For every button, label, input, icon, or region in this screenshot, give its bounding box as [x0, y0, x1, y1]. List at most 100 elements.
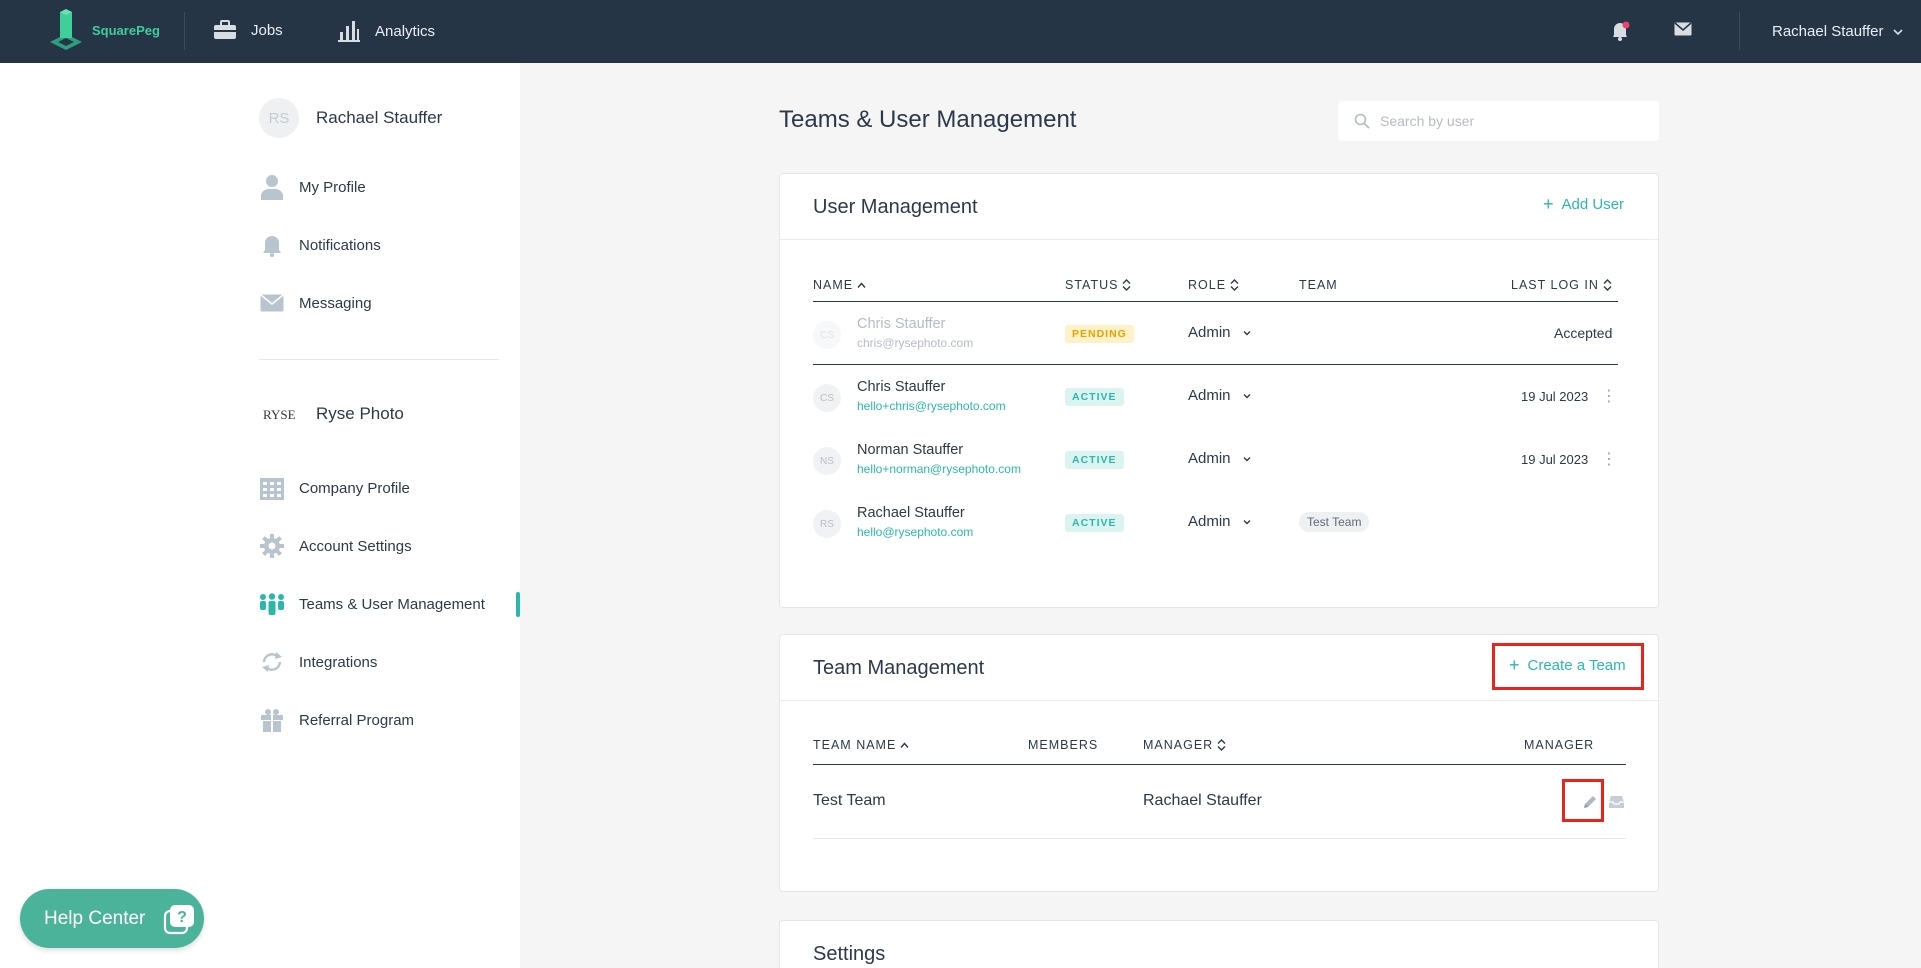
user-name: Rachael Stauffer	[857, 505, 965, 521]
top-navbar: SquarePeg Jobs Analytics Rachael Stauffe…	[0, 0, 1921, 63]
column-header-label: MANAGER	[1143, 738, 1214, 752]
plus-icon: +	[1543, 194, 1554, 214]
settings-title: Settings	[813, 943, 886, 965]
sidebar-item-company-profile[interactable]: Company Profile	[259, 475, 410, 501]
row-divider	[813, 364, 1618, 365]
nav-jobs[interactable]: Jobs	[213, 20, 283, 40]
chevron-down-icon	[1243, 393, 1251, 398]
sidebar-item-notifications[interactable]: Notifications	[259, 232, 381, 258]
sidebar-item-label: Notifications	[299, 236, 381, 254]
card-header: User Management + Add User	[780, 174, 1658, 240]
settings-card: Settings	[779, 920, 1659, 968]
user-menu-name: Rachael Stauffer	[1772, 23, 1884, 40]
nav-divider	[184, 12, 185, 50]
header-divider	[813, 301, 1618, 302]
sort-icon	[1122, 279, 1131, 291]
kebab-menu-icon[interactable]: ⋮	[1601, 449, 1617, 469]
user-management-card: User Management + Add User NAME STATUS R…	[779, 173, 1659, 608]
squarepeg-logo-icon	[50, 9, 82, 50]
sort-manager-header[interactable]: MANAGER	[1143, 738, 1226, 752]
nav-jobs-label: Jobs	[251, 21, 283, 39]
role-dropdown[interactable]: Admin	[1188, 450, 1251, 467]
role-value: Admin	[1188, 513, 1231, 530]
sidebar-item-label: Teams & User Management	[299, 595, 485, 613]
sidebar-item-label: Messaging	[299, 294, 372, 312]
team-chip: Test Team	[1299, 512, 1370, 532]
sort-team-name-header[interactable]: TEAM NAME	[813, 738, 909, 752]
squarepeg-logo[interactable]: SquarePeg	[48, 8, 160, 52]
avatar: NS	[813, 447, 841, 475]
sidebar-divider	[259, 359, 499, 360]
search-box	[1338, 101, 1659, 141]
nav-analytics[interactable]: Analytics	[337, 20, 435, 42]
team-name: Test Team	[813, 792, 886, 809]
help-chat-icon: ?	[164, 904, 195, 934]
highlight-box	[1492, 643, 1644, 690]
sidebar-item-account-settings[interactable]: Account Settings	[259, 533, 412, 559]
column-header-label: TEAM NAME	[813, 738, 897, 752]
role-dropdown[interactable]: Admin	[1188, 513, 1251, 530]
sort-name-header[interactable]: NAME	[813, 278, 866, 292]
user-menu[interactable]: Rachael Stauffer	[1772, 23, 1904, 40]
help-center-button[interactable]: Help Center ?	[20, 889, 204, 948]
sync-icon	[259, 649, 285, 675]
bar-chart-icon	[338, 21, 360, 42]
message-team-button[interactable]	[1608, 795, 1625, 814]
settings-sidebar: RS Rachael Stauffer My Profile Notificat…	[0, 63, 520, 968]
highlight-box	[1562, 779, 1604, 822]
column-header-label: LAST LOG IN	[1511, 278, 1599, 292]
sidebar-item-teams-user-management[interactable]: Teams & User Management	[259, 591, 485, 617]
status-badge: PENDING	[1065, 325, 1134, 343]
sidebar-item-referral-program[interactable]: Referral Program	[259, 707, 414, 733]
gear-icon	[259, 533, 285, 559]
status-badge: ACTIVE	[1065, 514, 1124, 532]
last-log-in: Accepted	[1554, 325, 1613, 341]
nav-analytics-label: Analytics	[375, 22, 436, 40]
company-logo: RYSE	[263, 407, 296, 422]
status-badge: ACTIVE	[1065, 388, 1124, 406]
page-title: Teams & User Management	[779, 106, 1077, 133]
column-header-label: TEAM	[1299, 278, 1338, 292]
sidebar-item-label: Account Settings	[299, 537, 412, 555]
column-header-label: MEMBERS	[1028, 738, 1099, 752]
row-divider	[813, 838, 1626, 839]
user-management-title: User Management	[813, 196, 978, 218]
sort-status-header[interactable]: STATUS	[1065, 278, 1131, 292]
sidebar-item-integrations[interactable]: Integrations	[259, 649, 377, 675]
search-icon	[1354, 113, 1370, 129]
sidebar-item-label: My Profile	[299, 178, 366, 196]
team-manager: Rachael Stauffer	[1143, 792, 1262, 809]
user-name: Chris Stauffer	[857, 316, 946, 332]
role-dropdown[interactable]: Admin	[1188, 387, 1251, 404]
messages-button[interactable]	[1674, 22, 1692, 41]
user-email: hello@rysephoto.com	[857, 525, 974, 539]
role-dropdown[interactable]: Admin	[1188, 324, 1251, 341]
role-value: Admin	[1188, 450, 1231, 467]
sidebar-item-label: Company Profile	[299, 479, 410, 497]
manager-actions-header: MANAGER	[1524, 738, 1594, 752]
chevron-down-icon	[1893, 28, 1904, 35]
avatar: RS	[259, 98, 299, 138]
column-header-label: MANAGER	[1524, 738, 1595, 752]
sidebar-item-messaging[interactable]: Messaging	[259, 290, 372, 316]
company-name: Ryse Photo	[316, 404, 404, 423]
sort-up-icon	[900, 741, 909, 748]
chevron-down-icon	[1243, 330, 1251, 335]
search-input[interactable]	[1380, 113, 1640, 129]
kebab-menu-icon[interactable]: ⋮	[1601, 386, 1617, 406]
bell-icon	[259, 232, 285, 258]
last-log-in: 19 Jul 2023	[1521, 452, 1589, 467]
notifications-button[interactable]	[1610, 21, 1630, 46]
sort-icon	[1230, 279, 1239, 291]
inbox-icon	[1609, 796, 1624, 808]
sort-role-header[interactable]: ROLE	[1188, 278, 1239, 292]
column-header-label: NAME	[813, 278, 854, 292]
sidebar-item-label: Integrations	[299, 653, 378, 671]
envelope-icon	[1674, 22, 1692, 36]
brand-name: SquarePeg	[92, 22, 160, 38]
sidebar-item-my-profile[interactable]: My Profile	[259, 174, 366, 200]
team-management-title: Team Management	[813, 657, 985, 679]
briefcase-icon	[214, 20, 236, 39]
add-user-button[interactable]: + Add User	[1543, 194, 1624, 214]
sort-last-log-in-header[interactable]: LAST LOG IN	[1511, 278, 1612, 292]
